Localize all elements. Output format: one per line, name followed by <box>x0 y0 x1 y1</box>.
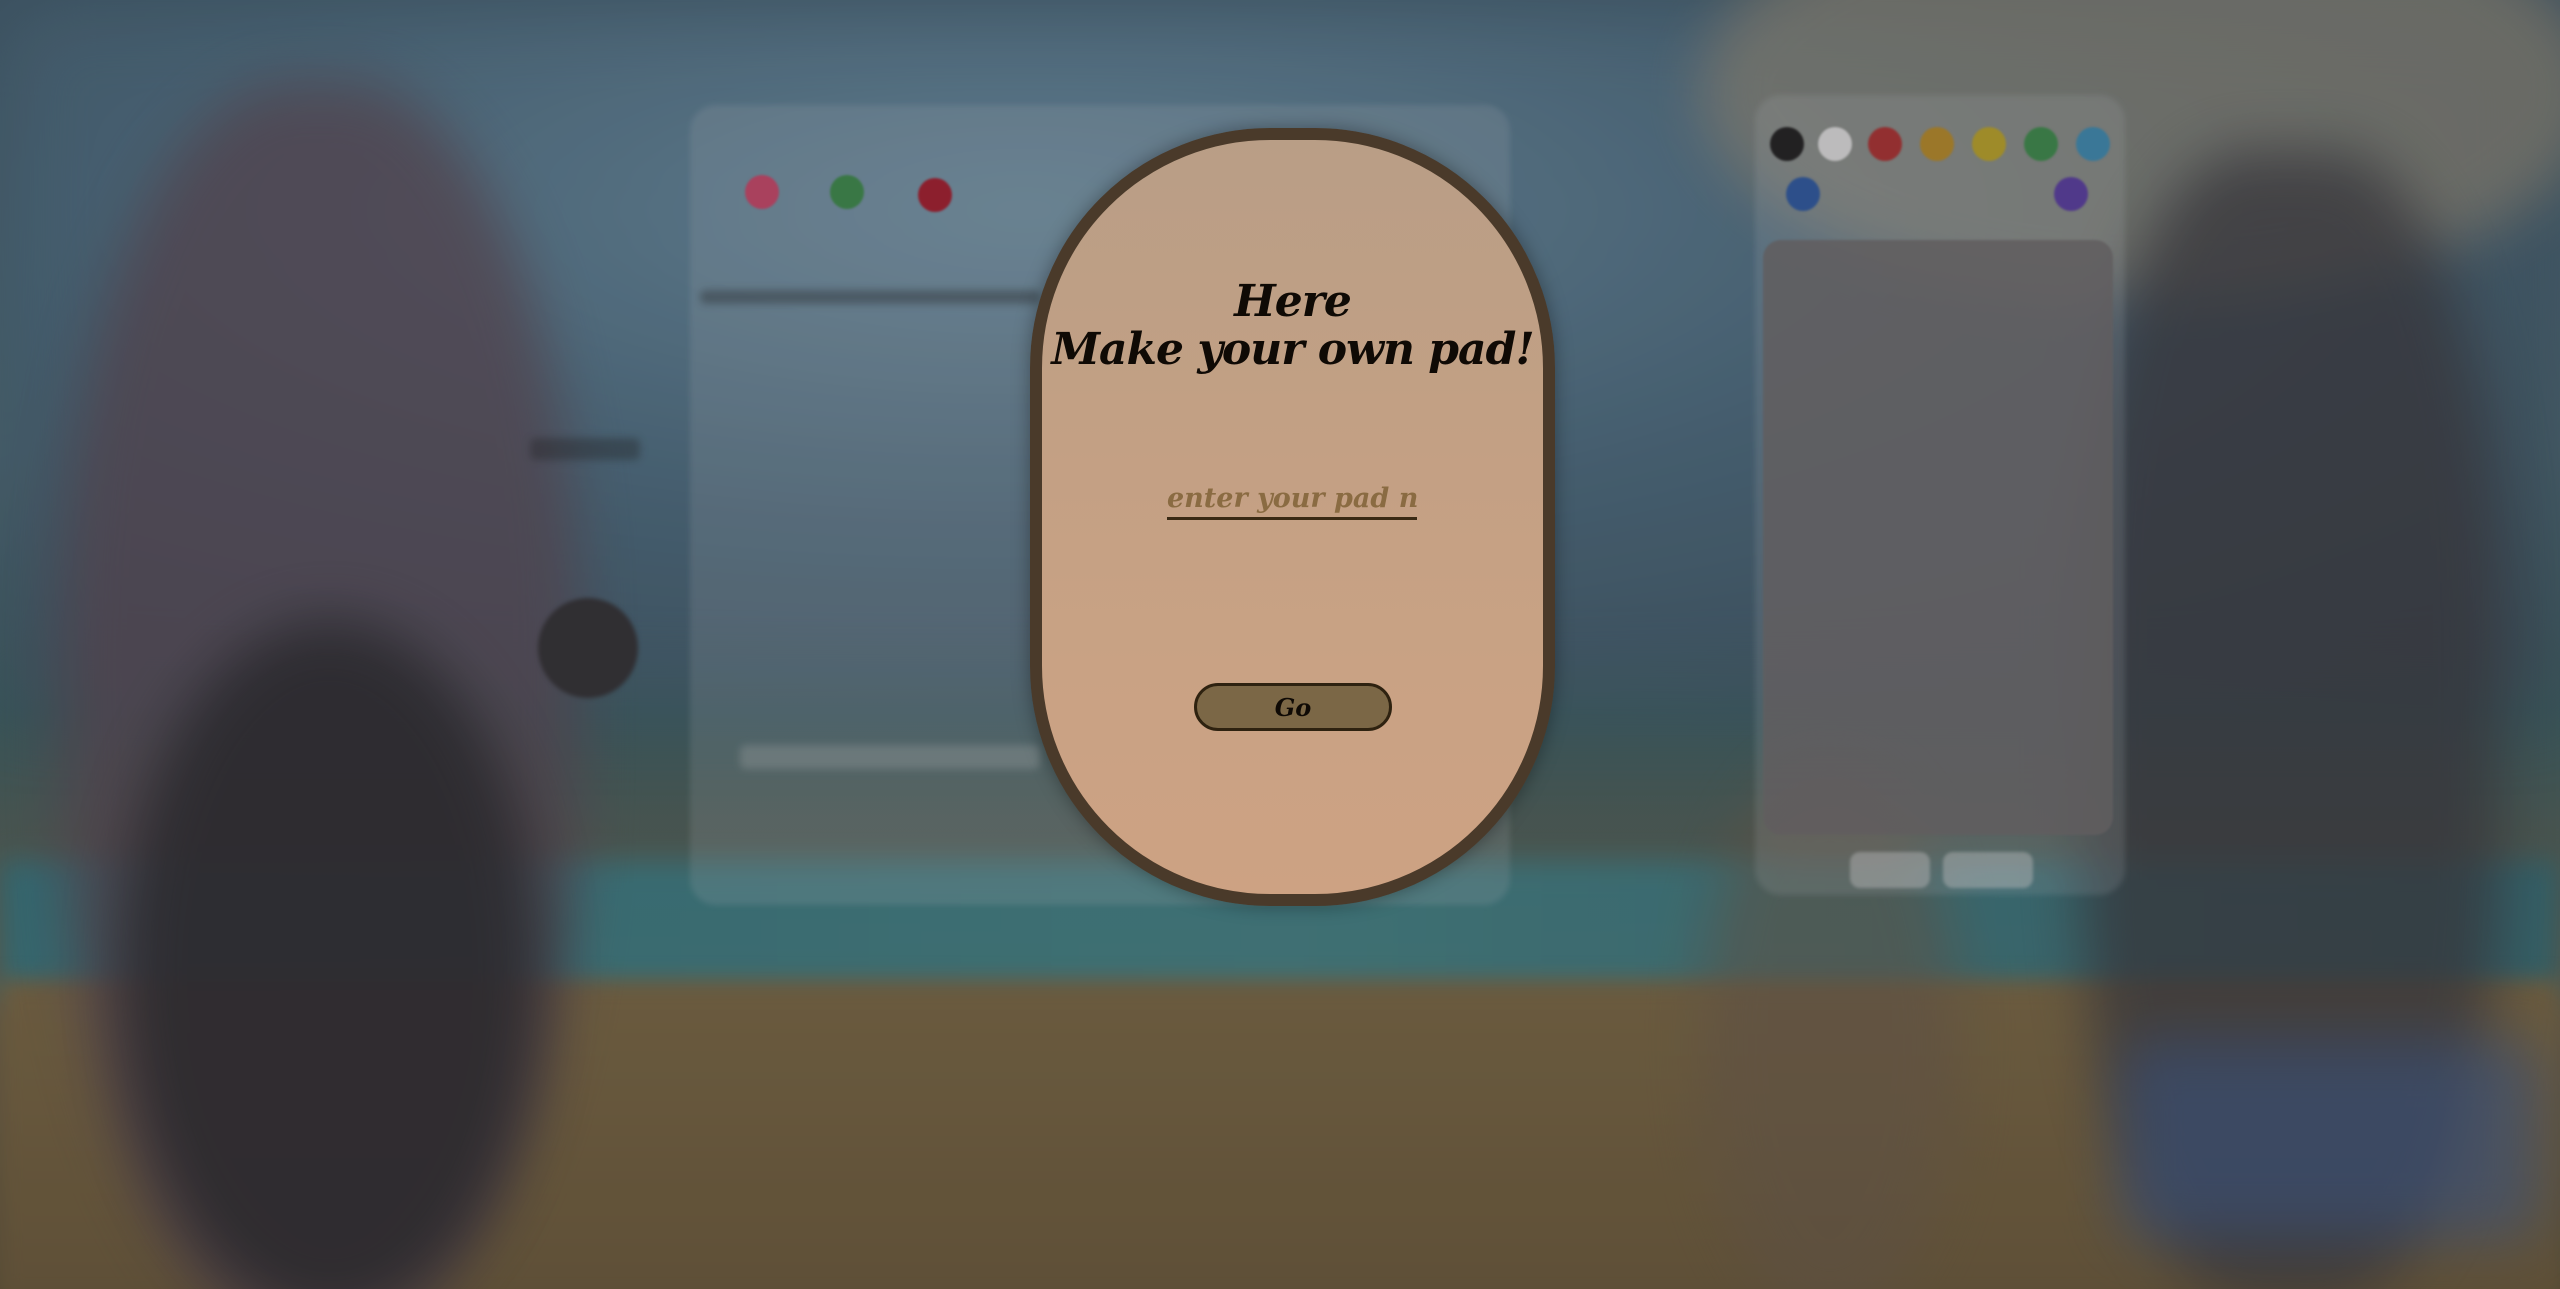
pad-name-input[interactable] <box>1167 480 1417 520</box>
create-pad-modal: Here Make your own pad! Go <box>1030 128 1555 906</box>
modal-title-line-2: Make your own pad! <box>1051 324 1534 375</box>
modal-title: Here Make your own pad! <box>1042 278 1543 374</box>
go-button[interactable]: Go <box>1194 683 1392 731</box>
app-stage: Here Make your own pad! Go <box>0 0 2560 1289</box>
modal-title-line-1: Here <box>1234 276 1352 327</box>
